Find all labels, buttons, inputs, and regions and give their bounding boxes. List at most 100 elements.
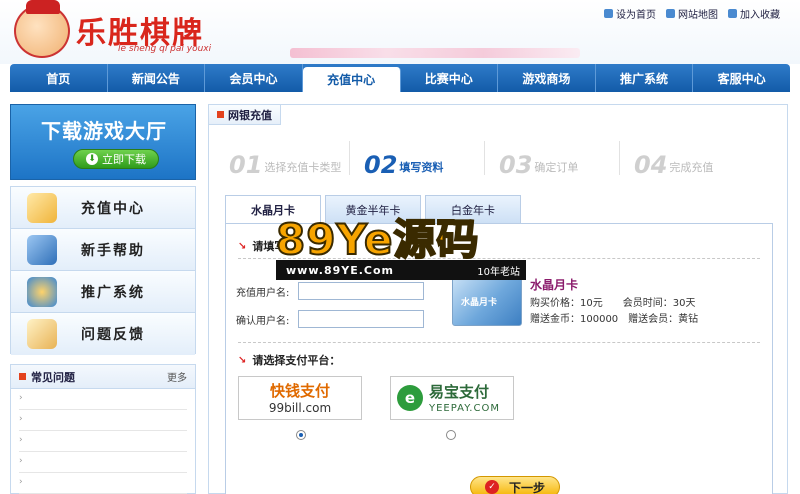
section-title: 请填写: [252, 240, 286, 253]
tab-crystal-monthly[interactable]: 水晶月卡: [225, 195, 321, 224]
step-3: 03 确定订单: [499, 139, 634, 179]
card-name: 水晶月卡: [530, 278, 579, 292]
site-logo[interactable]: 乐胜棋牌 le sheng qi pai youxi: [14, 0, 224, 60]
step-number: 03: [499, 151, 533, 179]
side-item-promotion[interactable]: 推广系统: [11, 271, 195, 313]
recharge-icon: [27, 192, 57, 223]
arrow-icon: ↘: [238, 240, 247, 252]
card-info: 水晶月卡 水晶月卡 购买价格：10元 会员时间：30天 赠送金币：100000 …: [452, 272, 752, 332]
side-item-label: 推广系统: [81, 284, 145, 301]
globe-user-icon: [27, 276, 57, 307]
logo-pinyin: le sheng qi pai youxi: [118, 44, 212, 54]
faq-row[interactable]: [19, 410, 187, 431]
side-menu: 充值中心 新手帮助 推广系统 问题反馈: [10, 186, 196, 355]
step-divider: [619, 141, 620, 175]
faq-row[interactable]: [19, 431, 187, 452]
blurred-banner: [290, 48, 580, 58]
set-homepage-link[interactable]: 设为首页: [604, 6, 656, 21]
sitemap-icon: [666, 9, 675, 18]
card-bonus-line: 赠送金币：100000 赠送会员：黄钻: [530, 314, 699, 325]
nav-home[interactable]: 首页: [10, 64, 108, 92]
site-header: 乐胜棋牌 le sheng qi pai youxi 设为首页 网站地图 加入收…: [0, 0, 800, 64]
payment-domain: YEEPAY.COM: [429, 403, 500, 414]
download-now-button[interactable]: ⬇ 立即下载: [73, 149, 159, 169]
divider: [238, 258, 760, 259]
recharge-form: ↘ 请填写 充值用户名: 确认用户名: 水晶月卡 水晶月卡 购买价格：10元 会…: [225, 223, 773, 494]
help-book-icon: [27, 234, 57, 265]
nav-match[interactable]: 比赛中心: [401, 64, 499, 92]
card-image: 水晶月卡: [452, 272, 522, 326]
side-item-label: 充值中心: [81, 200, 145, 217]
side-item-recharge[interactable]: 充值中心: [11, 187, 195, 229]
step-2: 02 填写资料: [364, 139, 499, 179]
payment-heading: ↘ 请选择支付平台：: [238, 352, 340, 368]
section-title: 请选择支付平台：: [252, 354, 341, 367]
sitemap-link[interactable]: 网站地图: [666, 6, 718, 21]
nav-service[interactable]: 客服中心: [693, 64, 790, 92]
step-number: 01: [229, 151, 263, 179]
star-icon: [728, 9, 737, 18]
next-step-label: 下一步: [508, 480, 545, 494]
check-icon: ✓: [484, 480, 499, 494]
step-label: 选择充值卡类型: [264, 161, 342, 174]
side-item-label: 新手帮助: [81, 242, 145, 259]
arrow-icon: ↘: [238, 354, 247, 366]
step-label: 完成充值: [669, 161, 714, 174]
username-label: 充值用户名:: [236, 287, 290, 299]
nav-member[interactable]: 会员中心: [205, 64, 303, 92]
step-number: 02: [364, 151, 398, 179]
faq-row[interactable]: [19, 473, 187, 494]
download-button-label: 立即下载: [102, 153, 146, 166]
confirm-username-row: 确认用户名:: [236, 310, 424, 328]
panel-tab: 网银充值: [209, 105, 281, 125]
side-item-feedback[interactable]: 问题反馈: [11, 313, 195, 355]
nav-shop[interactable]: 游戏商场: [498, 64, 596, 92]
step-label: 填写资料: [399, 161, 444, 174]
bullet-icon: [19, 373, 26, 380]
bullet-icon: [217, 111, 224, 118]
card-type-tabs: 水晶月卡 黄金半年卡 白金年卡: [225, 195, 521, 224]
step-divider: [484, 141, 485, 175]
recharge-panel: 网银充值 01 选择充值卡类型 02 填写资料 03 确定订单 04 完成充值 …: [208, 104, 788, 494]
download-arrow-icon: ⬇: [86, 153, 98, 165]
mascot-logo-icon: [14, 0, 70, 58]
card-price-line: 购买价格：10元 会员时间：30天: [530, 298, 696, 309]
username-input[interactable]: [298, 282, 424, 300]
step-number: 04: [634, 151, 668, 179]
faq-row[interactable]: [19, 452, 187, 473]
radio-yeepay[interactable]: [446, 430, 456, 440]
tab-gold-halfyear[interactable]: 黄金半年卡: [325, 195, 421, 223]
faq-more-link[interactable]: 更多: [167, 369, 187, 384]
download-title: 下载游戏大厅: [41, 119, 167, 143]
step-indicator: 01 选择充值卡类型 02 填写资料 03 确定订单 04 完成充值: [229, 139, 769, 179]
nav-promotion[interactable]: 推广系统: [596, 64, 694, 92]
nav-recharge[interactable]: 充值中心: [302, 67, 401, 92]
add-favorite-link[interactable]: 加入收藏: [728, 6, 780, 21]
username-row: 充值用户名:: [236, 282, 424, 300]
side-item-help[interactable]: 新手帮助: [11, 229, 195, 271]
step-divider: [349, 141, 350, 175]
confirm-username-input[interactable]: [298, 310, 424, 328]
faq-row[interactable]: [19, 389, 187, 410]
next-step-button[interactable]: ✓ 下一步: [470, 476, 560, 494]
step-1: 01 选择充值卡类型: [229, 139, 364, 179]
faq-box: 常见问题 更多: [10, 364, 196, 494]
feedback-envelope-icon: [27, 319, 57, 349]
card-image-label: 水晶月卡: [461, 298, 498, 308]
tab-platinum-yearly[interactable]: 白金年卡: [425, 195, 521, 223]
payment-domain: 99bill.com: [268, 401, 332, 415]
top-links: 设为首页 网站地图 加入收藏: [604, 6, 780, 21]
step-4: 04 完成充值: [634, 139, 769, 179]
nav-news[interactable]: 新闻公告: [108, 64, 206, 92]
payment-yeepay[interactable]: e 易宝支付 YEEPAY.COM: [390, 376, 514, 420]
payment-99bill[interactable]: 快钱支付 99bill.com: [238, 376, 362, 420]
radio-99bill[interactable]: [296, 430, 306, 440]
download-lobby-box: 下载游戏大厅 ⬇ 立即下载: [10, 104, 196, 180]
divider: [238, 342, 760, 343]
fill-info-heading: ↘ 请填写: [238, 238, 285, 254]
home-icon: [604, 9, 613, 18]
confirm-username-label: 确认用户名:: [236, 315, 290, 327]
side-item-label: 问题反馈: [81, 327, 145, 343]
panel-tab-label: 网银充值: [228, 108, 272, 122]
faq-header: 常见问题 更多: [11, 365, 195, 389]
